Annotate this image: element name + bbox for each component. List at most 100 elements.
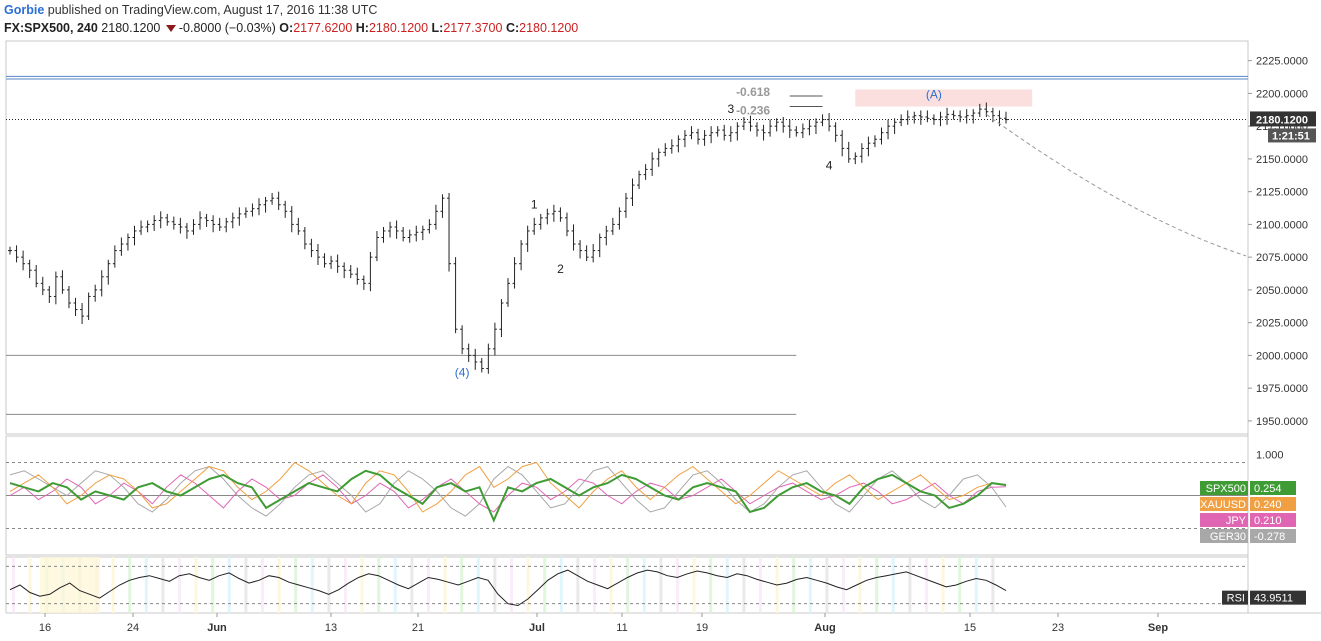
ohlc-bar [60, 270, 65, 294]
ohlc-bar [27, 259, 32, 279]
correlation-pane[interactable] [6, 461, 1248, 529]
ohlc-bar [512, 257, 517, 289]
ohlc-bar [964, 109, 969, 124]
ohlc-bar [224, 217, 229, 233]
ohlc-bar [21, 250, 26, 271]
price-axis-label: 2075.0000 [1256, 252, 1308, 264]
ohlc-bar [525, 225, 530, 252]
session-stripe [460, 557, 464, 613]
ohlc-bar [807, 119, 812, 136]
ohlc-bar [892, 118, 897, 135]
ohlc-bar [951, 110, 956, 120]
ohlc-bar [93, 284, 98, 302]
ohlc-bar [368, 251, 373, 292]
ohlc-bar [440, 194, 445, 218]
chart-canvas[interactable]: (A) 3 4 1 2 (4) -0.618 -0.236 2225.0000 2200.000… [0, 0, 1321, 641]
ohlc-bar [335, 254, 340, 273]
ohlc-bar [165, 213, 170, 226]
session-stripe [576, 557, 580, 613]
ohlc-bar [715, 126, 720, 137]
ohlc-bar [728, 126, 733, 142]
ohlc-bar [689, 126, 694, 140]
ohlc-bar [650, 152, 655, 176]
session-stripe [476, 557, 480, 613]
ohlc-bar [945, 107, 950, 125]
ohlc-bar [656, 148, 661, 167]
ohlc-bar [119, 237, 124, 256]
time-axis-label: 15 [964, 622, 976, 634]
ohlc-bar [755, 122, 759, 137]
ohlc-bar [702, 130, 707, 146]
time-axis-label: Jun [207, 622, 227, 634]
ohlc-bar [276, 191, 281, 210]
ohlc-bar [532, 217, 537, 235]
session-stripe [759, 557, 762, 613]
ohlc-bar [872, 135, 877, 148]
ohlc-bar [315, 244, 320, 266]
ohlc-bar [499, 299, 504, 338]
ohlc-bar [14, 245, 19, 263]
session-stripe [875, 557, 879, 613]
ohlc-bar [643, 164, 648, 180]
price-pane[interactable]: (A) 3 4 1 2 (4) -0.618 -0.236 [6, 75, 1248, 415]
session-stripe [128, 557, 132, 613]
wave-label: (A) [926, 88, 942, 102]
time-axis-label: 16 [39, 622, 51, 634]
ohlc-bar [578, 240, 583, 259]
ohlc-bar [217, 217, 222, 231]
session-stripe [443, 557, 447, 613]
ohlc-bar [735, 122, 740, 141]
ohlc-bar [768, 119, 773, 137]
time-axis-label: 23 [1052, 622, 1064, 634]
rsi-badge-name: RSI [1227, 593, 1245, 605]
ohlc-bar [623, 192, 628, 218]
ohlc-bar [112, 245, 117, 268]
ohlc-bar [840, 130, 845, 157]
ohlc-bar [414, 225, 419, 242]
session-stripe [891, 557, 895, 613]
ohlc-bar [905, 110, 910, 125]
ohlc-bar [538, 213, 543, 230]
session-stripe [144, 557, 148, 613]
session-stripe [642, 557, 646, 613]
ohlc-bar [846, 141, 851, 163]
ohlc-bar [800, 123, 805, 138]
corr-line-ger30 [9, 465, 1007, 517]
pane-frames [5, 40, 1321, 614]
session-stripe [194, 557, 198, 613]
ohlc-bar [230, 212, 235, 229]
ohlc-bar [204, 213, 209, 228]
ohlc-bar [401, 227, 406, 242]
session-stripe [609, 557, 613, 613]
rsi-pane[interactable] [6, 557, 1248, 613]
ohlc-bar [827, 113, 832, 132]
ohlc-bar [669, 139, 674, 154]
ohlc-bar [453, 257, 458, 334]
corr-axis-label: 1.000 [1256, 449, 1284, 461]
corr-badge-spx500: SPX500 0.254 [1200, 481, 1296, 495]
ohlc-bar [302, 227, 307, 250]
rsi-badge-value: 43.9511 [1254, 593, 1293, 605]
corr-badge-jpy: JPY 0.210 [1200, 513, 1296, 527]
ohlc-bar [171, 216, 176, 230]
corr-badge-value: -0.278 [1254, 531, 1285, 543]
ohlc-bar [381, 227, 386, 243]
session-stripe [908, 557, 912, 613]
price-axis-label: 2050.0000 [1256, 285, 1308, 297]
corr-badge-name: GER30 [1210, 531, 1246, 543]
ohlc-bar [617, 207, 622, 230]
ohlc-bar [597, 233, 602, 258]
price-axis-label: 2000.0000 [1256, 350, 1308, 362]
ohlc-bar [1004, 111, 1008, 124]
ohlc-bar [584, 245, 589, 262]
ohlc-bar [348, 265, 353, 279]
corr-badge-name: JPY [1226, 515, 1247, 527]
ohlc-bar [722, 124, 727, 141]
session-stripe [360, 557, 364, 613]
ohlc-bar [853, 152, 858, 165]
ohlc-bar [545, 208, 550, 225]
session-stripe [991, 557, 995, 613]
ohlc-bar [47, 285, 52, 303]
session-stripe [559, 557, 563, 613]
ohlc-bar [637, 170, 642, 190]
